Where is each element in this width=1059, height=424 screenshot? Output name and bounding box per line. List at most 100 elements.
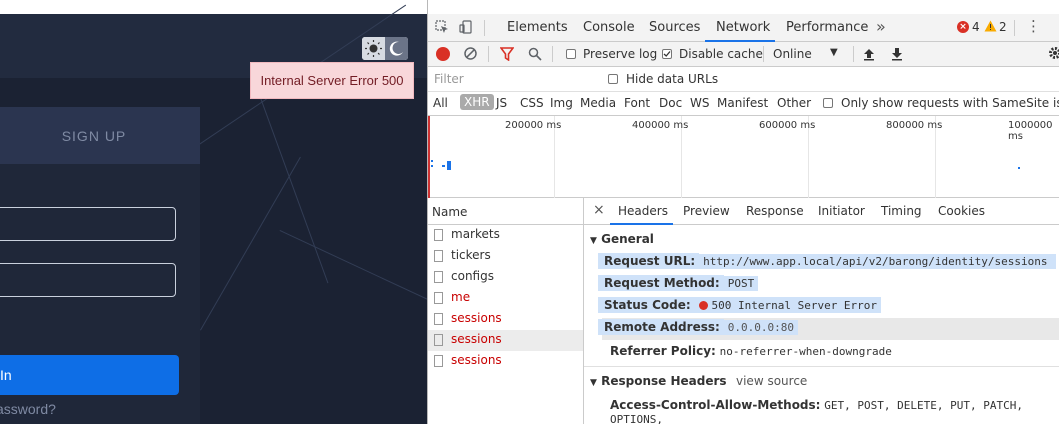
- request-row[interactable]: me: [428, 288, 583, 309]
- type-img[interactable]: Img: [550, 96, 573, 110]
- remote-address-value: 0.0.0.0:80: [723, 320, 799, 335]
- response-headers-title: Response Headers: [601, 374, 727, 388]
- more-tabs-icon[interactable]: »: [876, 17, 886, 36]
- timeline-tick: 400000 ms: [632, 120, 689, 131]
- network-toolbar: Preserve log Disable cache Online ▼: [428, 42, 1059, 67]
- kebab-menu-icon[interactable]: ⋮: [1026, 17, 1041, 35]
- view-source-link[interactable]: view source: [736, 374, 807, 388]
- top-strip: [0, 0, 427, 14]
- detail-tabs: × Headers Preview Response Initiator Tim…: [584, 198, 1059, 225]
- import-har-icon[interactable]: [862, 47, 876, 64]
- status-code-value: 500 Internal Server Error: [711, 299, 878, 312]
- timeline-bar: [442, 165, 445, 167]
- name-column-header[interactable]: Name: [428, 198, 584, 225]
- type-font[interactable]: Font: [624, 96, 650, 110]
- preserve-log-checkbox[interactable]: [566, 49, 576, 59]
- tab-elements[interactable]: Elements: [507, 20, 568, 35]
- sun-icon[interactable]: [362, 37, 385, 60]
- request-name: configs: [451, 269, 494, 283]
- request-row[interactable]: sessions: [428, 309, 583, 330]
- device-toolbar-icon[interactable]: [458, 19, 474, 35]
- moon-icon[interactable]: [385, 37, 408, 60]
- tab-console[interactable]: Console: [583, 20, 635, 35]
- status-code-row: Status Code: 500 Internal Server Error: [598, 297, 882, 313]
- triangle-down-icon: ▼: [590, 378, 597, 388]
- type-js[interactable]: JS: [496, 96, 507, 110]
- settings-gear-icon[interactable]: [1048, 46, 1059, 63]
- clear-icon[interactable]: [463, 46, 478, 64]
- login-button[interactable]: In: [0, 355, 179, 395]
- type-other[interactable]: Other: [777, 96, 811, 110]
- tab-network[interactable]: Network: [716, 20, 770, 35]
- timeline-bar: [1018, 167, 1020, 169]
- referrer-policy-value: no-referrer-when-downgrade: [719, 345, 892, 358]
- email-field[interactable]: [0, 207, 176, 241]
- tab-performance[interactable]: Performance: [786, 20, 868, 35]
- disable-cache-label: Disable cache: [679, 47, 763, 61]
- detail-tab-response[interactable]: Response: [746, 204, 804, 218]
- type-ws[interactable]: WS: [690, 96, 709, 110]
- request-row[interactable]: sessions: [428, 351, 583, 372]
- detail-tab-cookies[interactable]: Cookies: [938, 204, 985, 218]
- export-har-icon[interactable]: [890, 47, 904, 64]
- request-row[interactable]: sessions: [428, 330, 583, 351]
- document-icon: [434, 355, 443, 367]
- warning-count[interactable]: 2: [999, 20, 1007, 34]
- warning-icon: [984, 20, 997, 35]
- inspect-element-icon[interactable]: [434, 19, 450, 35]
- document-icon: [434, 313, 443, 325]
- response-headers-section-header[interactable]: ▼ Response Headers: [590, 374, 727, 388]
- resource-type-filters: All XHR JS CSS Img Media Font Doc WS Man…: [428, 92, 1059, 116]
- type-manifest[interactable]: Manifest: [717, 96, 768, 110]
- status-error-icon: [698, 301, 708, 310]
- network-overview: 200000 ms 400000 ms 600000 ms 800000 ms …: [428, 116, 1059, 198]
- general-section-header[interactable]: ▼ General: [590, 232, 654, 246]
- document-icon: [434, 292, 443, 304]
- detail-tab-timing[interactable]: Timing: [881, 204, 922, 218]
- request-name: sessions: [451, 311, 502, 325]
- record-icon[interactable]: [436, 47, 450, 61]
- hide-data-urls-checkbox[interactable]: [608, 74, 618, 84]
- timeline-bar: [431, 160, 433, 162]
- disable-cache-checkbox[interactable]: [662, 49, 672, 59]
- tab-sources[interactable]: Sources: [649, 20, 700, 35]
- search-icon[interactable]: [528, 47, 542, 64]
- request-method-label: Request Method:: [598, 275, 724, 291]
- close-icon[interactable]: ×: [593, 202, 605, 218]
- samesite-label: Only show requests with SameSite issue: [841, 96, 1059, 110]
- request-list: Name markets tickers configs me sessions sess…: [428, 198, 584, 424]
- throttle-select[interactable]: Online: [773, 47, 812, 61]
- filter-icon[interactable]: [499, 47, 515, 64]
- filter-input[interactable]: Filter: [432, 70, 592, 88]
- chevron-down-icon[interactable]: ▼: [830, 47, 838, 58]
- acam-label: Access-Control-Allow-Methods:: [610, 398, 821, 412]
- bg-line: [279, 230, 427, 307]
- detail-tab-preview[interactable]: Preview: [683, 204, 730, 218]
- triangle-down-icon: ▼: [590, 236, 597, 246]
- request-row[interactable]: tickers: [428, 246, 583, 267]
- type-css[interactable]: CSS: [520, 96, 544, 110]
- tab-signup-label: SIGN UP: [61, 127, 127, 144]
- hide-data-urls-label: Hide data URLs: [626, 72, 719, 86]
- error-count[interactable]: 4: [972, 20, 980, 34]
- timeline-tick: 800000 ms: [886, 120, 943, 131]
- request-row[interactable]: markets: [428, 225, 583, 246]
- samesite-checkbox[interactable]: [823, 98, 833, 108]
- password-field[interactable]: [0, 263, 176, 297]
- bg-line: [259, 95, 329, 284]
- request-url-row: Request URL: http://www.app.local/api/v2/…: [598, 253, 1056, 269]
- type-media[interactable]: Media: [580, 96, 616, 110]
- type-xhr[interactable]: XHR: [460, 94, 494, 110]
- request-name: me: [451, 290, 471, 304]
- detail-tab-initiator[interactable]: Initiator: [818, 204, 865, 218]
- theme-toggle[interactable]: [362, 37, 408, 60]
- general-section-title: General: [601, 232, 654, 246]
- tab-signup[interactable]: SIGN UP: [0, 107, 200, 164]
- forgot-password-link[interactable]: assword?: [0, 401, 56, 417]
- type-doc[interactable]: Doc: [659, 96, 682, 110]
- type-all[interactable]: All: [433, 96, 448, 110]
- auth-card: SIGN UP In assword?: [0, 107, 200, 424]
- detail-tab-headers[interactable]: Headers: [618, 204, 668, 218]
- section-divider: [584, 366, 1059, 367]
- request-row[interactable]: configs: [428, 267, 583, 288]
